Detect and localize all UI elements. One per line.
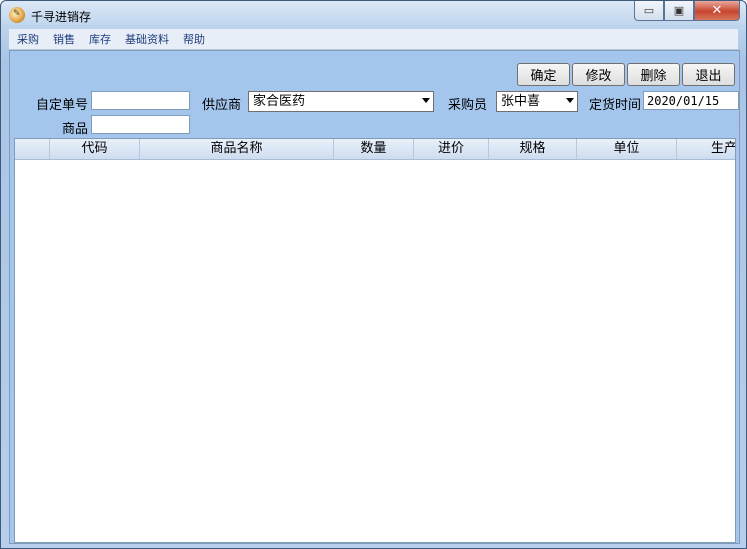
order-no-input[interactable]	[91, 91, 190, 110]
order-date-label: 定货时间	[589, 98, 642, 113]
purchase-items-grid[interactable]: 代码 商品名称 数量 进价 规格 单位 生产	[14, 138, 736, 543]
order-date-input[interactable]: 2020/01/15	[643, 91, 739, 110]
supplier-select-value: 家合医药	[253, 94, 306, 109]
window-title: 千寻进销存	[31, 10, 92, 24]
buyer-label: 采购员	[448, 98, 488, 113]
menu-item-basic-data[interactable]: 基础资料	[125, 31, 169, 47]
exit-button[interactable]: 退出	[682, 63, 735, 86]
column-header-code[interactable]: 代码	[50, 139, 140, 159]
supplier-select[interactable]: 家合医药	[248, 91, 434, 112]
column-header-specification[interactable]: 规格	[489, 139, 577, 159]
maximize-button[interactable]: ▣	[664, 1, 694, 21]
delete-button[interactable]: 删除	[627, 63, 680, 86]
buyer-select[interactable]: 张中喜	[496, 91, 578, 112]
grid-header: 代码 商品名称 数量 进价 规格 单位 生产	[15, 139, 735, 160]
column-header-purchase-price[interactable]: 进价	[414, 139, 489, 159]
menu-item-help[interactable]: 帮助	[183, 31, 205, 47]
modify-button[interactable]: 修改	[572, 63, 625, 86]
app-logo-icon: ✎	[9, 7, 25, 23]
column-header-manufacturer[interactable]: 生产	[677, 139, 735, 159]
close-button[interactable]: ✕	[694, 1, 740, 21]
supplier-label: 供应商	[202, 98, 242, 113]
column-header-quantity[interactable]: 数量	[334, 139, 414, 159]
order-no-label: 自定单号	[36, 98, 89, 113]
column-header-product-name[interactable]: 商品名称	[140, 139, 334, 159]
product-input[interactable]	[91, 115, 190, 134]
confirm-button[interactable]: 确定	[517, 63, 570, 86]
minimize-button[interactable]: ▭	[634, 1, 664, 21]
chevron-down-icon	[566, 98, 574, 103]
menu-item-purchase[interactable]: 采购	[17, 31, 39, 47]
title-bar: ✎ 千寻进销存 ▭ ▣ ✕	[1, 1, 746, 29]
main-window: ✎ 千寻进销存 ▭ ▣ ✕ 采购 销售 库存 基础资料 帮助 确定 修改 删除 …	[0, 0, 747, 549]
buyer-select-value: 张中喜	[501, 94, 541, 109]
column-header-unit[interactable]: 单位	[577, 139, 677, 159]
purchase-order-panel: 确定 修改 删除 退出 自定单号 供应商 家合医药 采购员 张中喜 定货时间 2…	[9, 50, 740, 544]
menu-item-sales[interactable]: 销售	[53, 31, 75, 47]
column-header-row-indicator	[15, 139, 50, 159]
menu-bar: 采购 销售 库存 基础资料 帮助	[9, 29, 738, 50]
product-label: 商品	[62, 122, 89, 137]
chevron-down-icon	[422, 98, 430, 103]
menu-item-inventory[interactable]: 库存	[89, 31, 111, 47]
